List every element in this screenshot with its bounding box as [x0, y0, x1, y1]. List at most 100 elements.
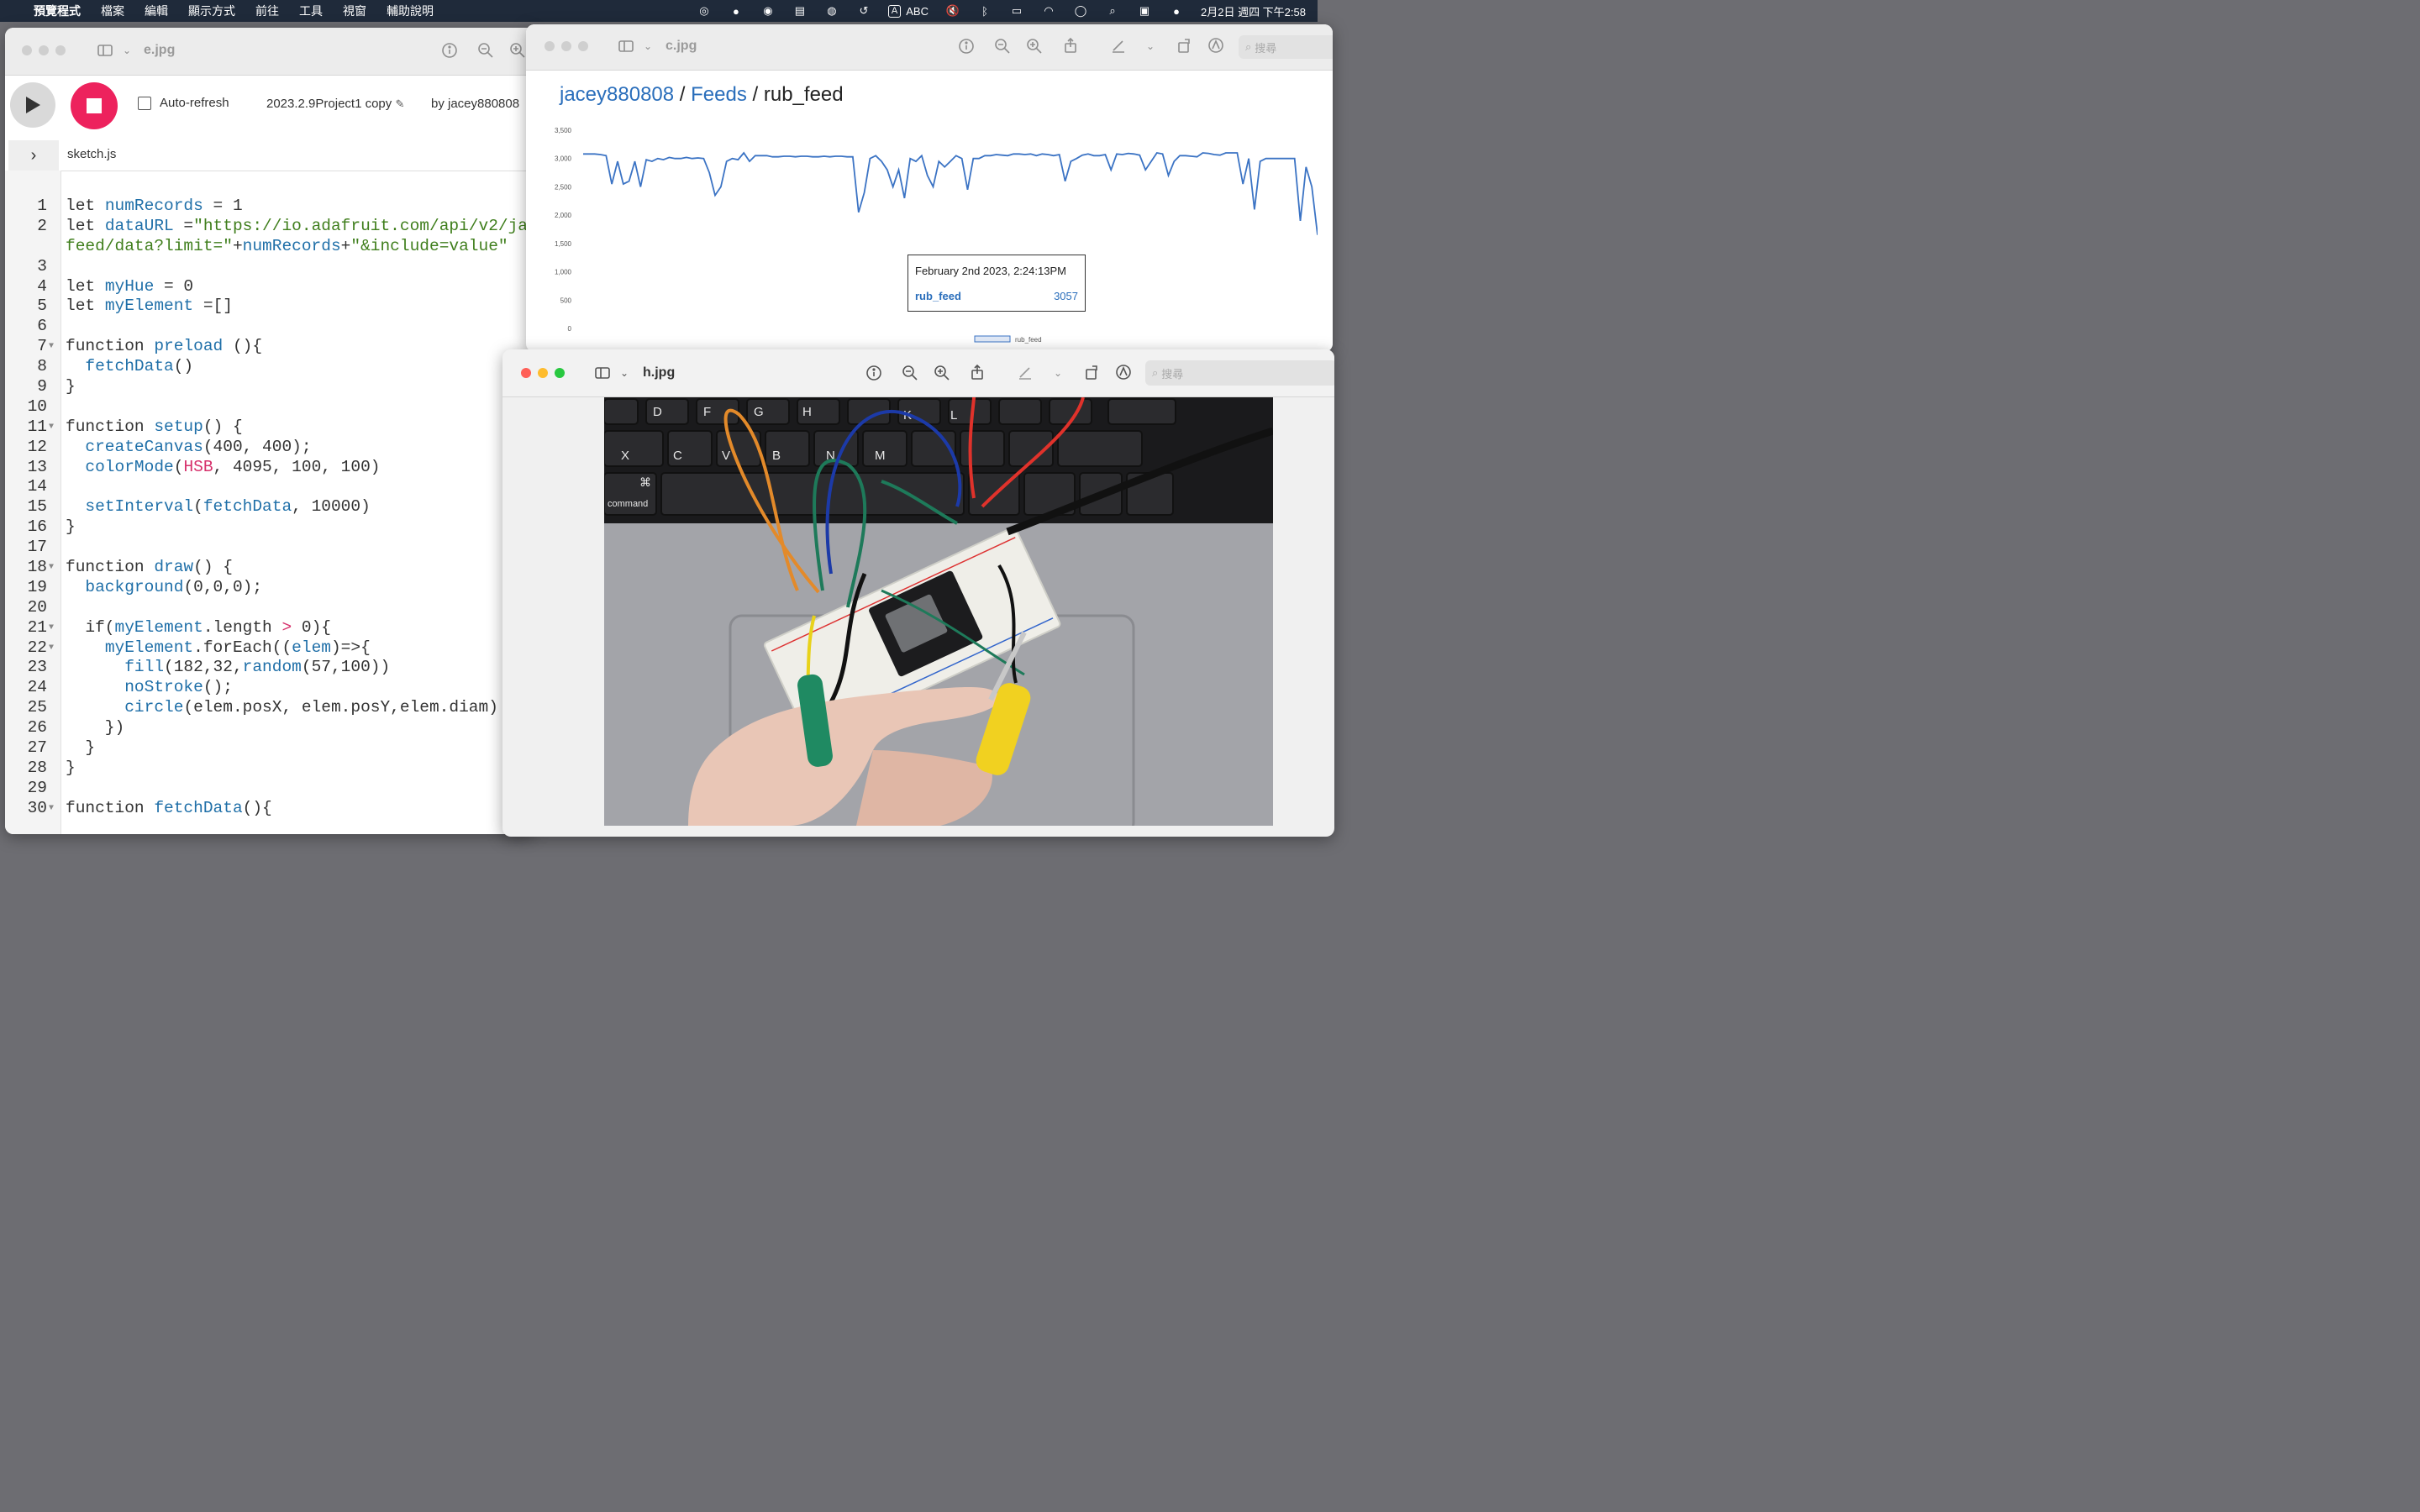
window-controls: [521, 368, 565, 378]
menu-item-go[interactable]: 前往: [255, 3, 279, 19]
search-input[interactable]: ⌕ 搜尋: [1239, 35, 1333, 59]
record-icon[interactable]: ◉: [760, 4, 776, 17]
rotate-icon[interactable]: [1082, 363, 1101, 381]
menu-clock[interactable]: 2月2日 週四 下午2:58: [1201, 3, 1306, 19]
bartender-icon[interactable]: ▤: [792, 4, 808, 17]
close-button[interactable]: [544, 41, 555, 51]
menu-item-help[interactable]: 輔助說明: [387, 3, 434, 19]
svg-text:C: C: [673, 449, 682, 463]
expand-sidebar-button[interactable]: ›: [8, 140, 59, 171]
wechat-icon[interactable]: ●: [729, 5, 744, 18]
fold-arrow-icon[interactable]: ▼: [49, 337, 54, 357]
menu-item-tools[interactable]: 工具: [299, 3, 323, 19]
code-line: 26 }): [5, 718, 534, 738]
share-icon[interactable]: [968, 363, 986, 381]
auto-refresh-checkbox[interactable]: [138, 96, 151, 110]
code-line: 28}: [5, 759, 534, 779]
info-icon[interactable]: [440, 41, 459, 60]
control-center-icon[interactable]: ▣: [1137, 4, 1152, 17]
chevron-down-icon[interactable]: ⌄: [1141, 37, 1160, 55]
y-tick-label: 500: [560, 297, 572, 304]
markup-pen-icon[interactable]: [1109, 36, 1128, 55]
zoom-button[interactable]: [55, 45, 66, 55]
battery-icon[interactable]: ▭: [1009, 4, 1024, 17]
pencil-icon[interactable]: ✎: [395, 97, 404, 110]
project-name[interactable]: 2023.2.9Project1 copy ✎: [266, 97, 404, 111]
line-number: 6: [37, 317, 47, 336]
input-method-label: ABC: [906, 4, 929, 18]
close-button[interactable]: [22, 45, 32, 55]
creative-cloud-icon[interactable]: ◎: [697, 4, 712, 17]
chevron-down-icon[interactable]: ⌄: [1049, 364, 1067, 382]
zoom-out-icon[interactable]: [993, 37, 1012, 55]
menu-item-view[interactable]: 顯示方式: [188, 3, 235, 19]
zoom-in-icon[interactable]: [1025, 37, 1044, 55]
code-text: fill(182,32,random(57,100)): [124, 658, 391, 677]
code-editor[interactable]: 1 let numRecords = 1 2 let dataURL ="https…: [5, 197, 534, 819]
menu-app-name[interactable]: 預覽程式: [34, 3, 81, 19]
breadcrumb: jacey880808 / Feeds / rub_feed: [560, 83, 844, 107]
minimize-button[interactable]: [561, 41, 571, 51]
time-machine-icon[interactable]: ↺: [856, 4, 871, 17]
markup-icon[interactable]: [1114, 363, 1133, 381]
line-number: 12: [27, 437, 47, 456]
input-method[interactable]: A ABC: [887, 4, 929, 18]
zoom-out-icon[interactable]: [476, 41, 495, 60]
minimize-button[interactable]: [39, 45, 49, 55]
user-icon[interactable]: ◯: [1073, 4, 1088, 17]
menu-item-edit[interactable]: 編輯: [145, 3, 168, 19]
zoom-in-icon[interactable]: [933, 364, 951, 382]
code-text: if(myElement.length > 0){: [66, 617, 331, 637]
legend-swatch[interactable]: [974, 335, 1011, 343]
share-icon[interactable]: [1061, 36, 1080, 55]
fold-arrow-icon[interactable]: ▼: [49, 638, 54, 659]
info-icon[interactable]: [957, 37, 976, 55]
code-text: background(0,0,0);: [85, 577, 263, 596]
fold-arrow-icon[interactable]: ▼: [49, 558, 54, 578]
menu-item-file[interactable]: 檔案: [101, 3, 124, 19]
zoom-in-icon[interactable]: [508, 41, 527, 60]
line-number: 3: [37, 256, 47, 276]
stop-button[interactable]: [71, 82, 118, 129]
rotate-icon[interactable]: [1175, 36, 1193, 55]
code-text: circle(elem.posX, elem.posY,elem.diam): [124, 698, 498, 717]
fold-arrow-icon[interactable]: ▼: [49, 799, 54, 819]
markup-pen-icon[interactable]: [1016, 363, 1034, 381]
chevron-down-icon[interactable]: ⌄: [639, 37, 657, 55]
breadcrumb-user-link[interactable]: jacey880808: [560, 83, 674, 106]
sidebar-toggle-icon[interactable]: [617, 37, 635, 55]
menu-item-window[interactable]: 視窗: [343, 3, 366, 19]
mute-icon[interactable]: 🔇: [945, 4, 960, 17]
zoom-button[interactable]: [578, 41, 588, 51]
line-icon[interactable]: ◍: [824, 4, 839, 17]
sidebar-toggle-icon[interactable]: [593, 364, 612, 382]
chevron-down-icon[interactable]: ⌄: [615, 364, 634, 382]
svg-text:D: D: [653, 405, 662, 419]
siri-icon[interactable]: ●: [1169, 5, 1184, 18]
sidebar-toggle-icon[interactable]: [96, 41, 114, 60]
svg-text:G: G: [754, 405, 764, 419]
file-name[interactable]: sketch.js: [67, 147, 116, 161]
fold-arrow-icon[interactable]: ▼: [49, 417, 54, 438]
wifi-icon[interactable]: ◠: [1041, 4, 1056, 17]
info-icon[interactable]: [865, 364, 883, 382]
svg-text:H: H: [802, 405, 812, 419]
search-input[interactable]: ⌕ 搜尋: [1145, 360, 1334, 386]
play-button[interactable]: [10, 82, 55, 128]
breadcrumb-feeds-link[interactable]: Feeds: [691, 83, 747, 106]
zoom-out-icon[interactable]: [901, 364, 919, 382]
fold-arrow-icon[interactable]: ▼: [49, 618, 54, 638]
close-button[interactable]: [521, 368, 531, 378]
minimize-button[interactable]: [538, 368, 548, 378]
chevron-down-icon[interactable]: ⌄: [118, 41, 136, 60]
project-author[interactable]: by jacey880808: [431, 97, 519, 111]
markup-icon[interactable]: [1207, 36, 1225, 55]
code-line: 24 noStroke();: [5, 678, 534, 698]
code-text: function setup() {: [66, 417, 243, 436]
auto-refresh-toggle[interactable]: Auto-refresh: [138, 96, 229, 110]
code-line: 11 ▼ function setup() {: [5, 417, 534, 438]
bluetooth-icon[interactable]: ᛒ: [977, 5, 992, 18]
feed-line-chart[interactable]: 3,500 3,000 2,500 2,000 1,500 1,000 500 0 rub_fe…: [544, 122, 1318, 349]
zoom-button[interactable]: [555, 368, 565, 378]
spotlight-icon[interactable]: ⌕: [1105, 4, 1120, 17]
